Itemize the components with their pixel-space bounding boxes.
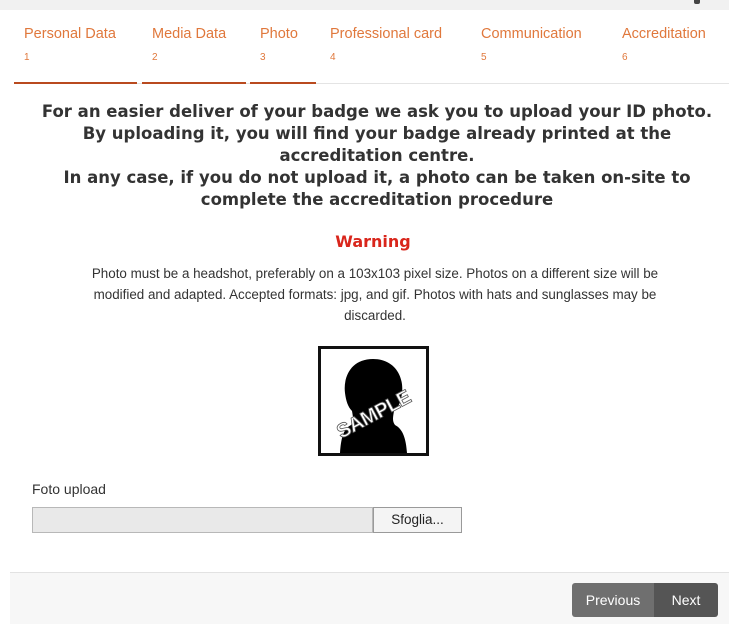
tab-step-number: 4 [330, 52, 336, 63]
tab-label: Communication [481, 26, 582, 42]
warning-title: Warning [335, 232, 411, 251]
next-button[interactable]: Next [654, 583, 718, 617]
instruction-line: In any case, if you do not upload it, a … [63, 168, 691, 187]
instruction-line: For an easier deliver of your badge we a… [41, 102, 713, 121]
instruction-line: complete the accreditation procedure [200, 190, 554, 209]
tab-label: Photo [260, 26, 298, 42]
tab-media-data[interactable]: Media Data 2 [142, 26, 246, 84]
tab-accreditation[interactable]: Accreditation 6 [612, 26, 729, 80]
warning-line: discarded. [344, 308, 406, 323]
warning-text: Photo must be a headshot, preferably on … [30, 263, 720, 326]
tab-professional-card[interactable]: Professional card 4 [320, 26, 468, 80]
tab-step-number: 5 [481, 52, 487, 63]
previous-button[interactable]: Previous [572, 583, 654, 617]
top-bar [0, 0, 729, 10]
tab-label: Media Data [152, 26, 227, 42]
instruction-line: accreditation centre. [279, 146, 475, 165]
instruction-line: By uploading it, you will find your badg… [82, 124, 672, 143]
photo-file-input[interactable] [32, 507, 373, 533]
warning-line: modified and adapted. Accepted formats: … [93, 287, 657, 302]
tab-communication[interactable]: Communication 5 [471, 26, 611, 80]
tab-label: Accreditation [622, 26, 706, 42]
tab-step-number: 3 [260, 52, 266, 63]
tab-label: Personal Data [24, 26, 116, 42]
photo-upload-label: Foto upload [32, 481, 106, 497]
silhouette-icon: SAMPLE [333, 359, 415, 453]
wizard-tabs: Personal Data 1 Media Data 2 Photo 3 Pro… [14, 26, 729, 84]
tab-step-number: 2 [152, 52, 158, 63]
tab-personal-data[interactable]: Personal Data 1 [14, 26, 137, 84]
photo-step-page: Personal Data 1 Media Data 2 Photo 3 Pro… [0, 0, 729, 624]
sample-photo: SAMPLE [318, 346, 429, 456]
truncated-glyph [694, 0, 700, 4]
warning-line: Photo must be a headshot, preferably on … [91, 266, 659, 281]
browse-button[interactable]: Sfoglia... [373, 507, 462, 533]
tab-step-number: 6 [622, 52, 628, 63]
upload-instructions: For an easier deliver of your badge we a… [30, 101, 724, 211]
tab-photo[interactable]: Photo 3 [250, 26, 316, 84]
tab-step-number: 1 [24, 52, 30, 63]
tab-label: Professional card [330, 26, 443, 42]
